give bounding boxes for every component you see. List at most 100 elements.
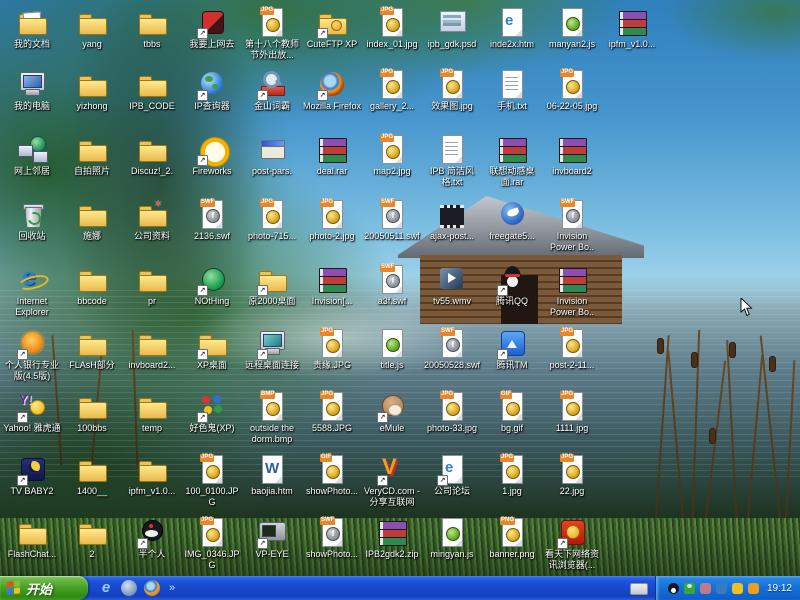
desktop-icon[interactable]: deal.rar <box>302 133 362 188</box>
desktop-icon[interactable]: JPG22.jpg <box>542 453 602 508</box>
desktop-icon[interactable]: JPG效果图.jpg <box>422 68 482 112</box>
desktop-icon[interactable]: FLAsH部分 <box>62 327 122 382</box>
desktop-icon[interactable]: ↗看天下网络资讯浏览器(... <box>542 516 602 571</box>
desktop-icon[interactable]: SWFfshowPhoto... <box>302 516 362 571</box>
desktop-icon[interactable]: ipb_gdk.psd <box>422 6 482 61</box>
desktop-icon[interactable]: JPG第十八个教师节外出放... <box>242 6 302 61</box>
desktop-icon[interactable]: freegate5... <box>482 198 542 253</box>
desktop-icon[interactable]: JPG100_0100.JPG <box>182 453 242 508</box>
desktop-icon[interactable]: Invision Power Bo.. <box>542 263 602 318</box>
desktop-icon[interactable]: Discuz!_2. <box>122 133 182 188</box>
desktop-icon[interactable]: IPB_CODE <box>122 68 182 112</box>
keyboard-indicator-icon[interactable] <box>630 583 648 595</box>
desktop-icon[interactable]: GIFbg.gif <box>482 390 542 445</box>
qq-penguin-tray-icon[interactable] <box>668 583 679 594</box>
desktop-icon[interactable]: invboard2 <box>542 133 602 188</box>
desktop-icon[interactable]: ↗eMule <box>362 390 422 445</box>
desktop-icon[interactable]: ↗远程桌面连接 <box>242 327 302 382</box>
desktop-icon[interactable]: IPB2gdk2.zip <box>362 516 422 571</box>
desktop-icon[interactable]: ↗金山词霸 <box>242 68 302 112</box>
desktop-icon[interactable]: ↗VP-EYE <box>242 516 302 571</box>
desktop-icon[interactable]: FlashChat... <box>2 516 62 571</box>
desktop-icon[interactable]: tv55.wmv <box>422 263 482 318</box>
desktop-icon[interactable]: GIFshowPhoto... <box>302 453 362 508</box>
desktop-icon[interactable]: ↗IP查询器 <box>182 68 242 112</box>
yellow-face-tray-icon[interactable] <box>732 583 743 594</box>
desktop-icon[interactable]: 网上邻居 <box>2 133 62 188</box>
desktop-icon[interactable]: eInternet Explorer <box>2 263 62 318</box>
desktop-icon[interactable]: Y!↗Yahoo! 雅虎通 <box>2 390 62 445</box>
desktop-icon[interactable]: 1400__ <box>62 453 122 508</box>
desktop-icon[interactable]: JPGphoto-33.jpg <box>422 390 482 445</box>
desktop-icon[interactable]: JPG1.jpg <box>482 453 542 508</box>
desktop-icon[interactable]: ↗NOtHing <box>182 263 242 318</box>
desktop-icon[interactable]: SWFf20050511.swf <box>362 198 422 253</box>
desktop-icon[interactable]: ↗CuteFTP XP <box>302 6 362 61</box>
desktop-icon[interactable]: mingyan.js <box>422 516 482 571</box>
desktop-icon[interactable]: invboard2... <box>122 327 182 382</box>
desktop-icon[interactable]: JPGIMG_0346.JPG <box>182 516 242 571</box>
desktop-icon[interactable]: ↗个人银行专业版(4.5版) <box>2 327 62 382</box>
desktop-icon[interactable]: temp <box>122 390 182 445</box>
desktop-icon[interactable]: ↗Fireworks <box>182 133 242 188</box>
desktop-icon[interactable]: Wbaojia.htm <box>242 453 302 508</box>
desktop-icon[interactable]: 手机.txt <box>482 68 542 112</box>
desktop-icon[interactable]: 自拍照片 <box>62 133 122 188</box>
messenger-quicklaunch-icon[interactable] <box>121 580 137 596</box>
desktop-icon[interactable]: ✶公司资料 <box>122 198 182 253</box>
desktop-icon[interactable]: ↗XP桌面 <box>182 327 242 382</box>
desktop-icon[interactable]: 我的文档 <box>2 6 62 61</box>
desktop-icon[interactable]: manyan2.js <box>542 6 602 61</box>
desktop-icon[interactable]: 回收站 <box>2 198 62 253</box>
desktop-icon[interactable]: 联想动感桌面.rar <box>482 133 542 188</box>
desktop-icon[interactable]: ↗腾讯TM <box>482 327 542 382</box>
desktop-icon[interactable]: JPGphoto-715... <box>242 198 302 253</box>
desktop-icon[interactable]: bbcode <box>62 263 122 318</box>
quick-launch-overflow-chevron[interactable]: » <box>169 582 175 594</box>
desktop-icon[interactable]: JPG贵缘.JPG <box>302 327 362 382</box>
desktop-icon[interactable]: Invision[... <box>302 263 362 318</box>
desktop-icon[interactable]: SWFfInvision Power Bo.. <box>542 198 602 253</box>
desktop-icon[interactable]: tbbs <box>122 6 182 61</box>
desktop-icon[interactable]: ipfm_v1.0... <box>602 6 662 61</box>
desktop-icon[interactable]: BMPoutside the dorm.bmp <box>242 390 302 445</box>
blue-app-tray-icon[interactable] <box>716 583 727 594</box>
desktop-icon[interactable]: JPG06-22-05.jpg <box>542 68 602 112</box>
desktop-icon[interactable]: ↗半个人 <box>122 516 182 571</box>
desktop-icon[interactable]: 施娜 <box>62 198 122 253</box>
desktop-icon[interactable]: ipfm_v1.0... <box>122 453 182 508</box>
desktop-icon[interactable]: e↗公司论坛 <box>422 453 482 508</box>
pink-app-tray-icon[interactable] <box>700 583 711 594</box>
desktop-icon[interactable]: ↗TV BABY2 <box>2 453 62 508</box>
desktop-icon[interactable]: title.js <box>362 327 422 382</box>
desktop-icon[interactable]: JPGmap2.jpg <box>362 133 422 188</box>
gold-diamond-tray-icon[interactable] <box>748 583 759 594</box>
desktop-icon[interactable]: IPB 简洁风格.txt <box>422 133 482 188</box>
desktop-icon[interactable]: ↗原2000桌面 <box>242 263 302 318</box>
desktop-icon[interactable]: 2 <box>62 516 122 571</box>
desktop-icon[interactable]: 100bbs <box>62 390 122 445</box>
desktop-icon[interactable]: SWFf2136.swf <box>182 198 242 253</box>
desktop-icon[interactable]: JPGphoto-2.jpg <box>302 198 362 253</box>
green-contact-tray-icon[interactable] <box>684 583 695 594</box>
taskbar-clock[interactable]: 19:12 <box>767 583 792 594</box>
desktop-icon[interactable]: einde2x.htm <box>482 6 542 61</box>
desktop-icon[interactable]: ajax-post... <box>422 198 482 253</box>
desktop-icon[interactable]: ↗我要上网去 <box>182 6 242 61</box>
desktop-icon[interactable]: SWFfa3f.swf <box>362 263 422 318</box>
desktop-icon[interactable]: SWFf20050528.swf <box>422 327 482 382</box>
desktop-icon[interactable]: yang <box>62 6 122 61</box>
desktop-icon[interactable]: PNGbanner.png <box>482 516 542 571</box>
desktop-icon[interactable]: post-pars. <box>242 133 302 188</box>
desktop-icon[interactable]: JPG5588.JPG <box>302 390 362 445</box>
firefox-quicklaunch-icon[interactable] <box>144 580 160 596</box>
desktop-icon[interactable]: ↗好色鬼(XP) <box>182 390 242 445</box>
internet-explorer-quicklaunch-icon[interactable]: e <box>98 580 114 596</box>
desktop-icon[interactable]: V↗VeryCD.com - 分享互联网 <box>362 453 422 508</box>
desktop-icon[interactable]: ↗腾讯QQ <box>482 263 542 318</box>
desktop-icon[interactable]: pr <box>122 263 182 318</box>
desktop-icon[interactable]: ↗Mozilla Firefox <box>302 68 362 112</box>
desktop-icon[interactable]: JPG1111.jpg <box>542 390 602 445</box>
start-button[interactable]: 开始 <box>0 576 88 600</box>
desktop-icon[interactable]: JPGindex_01.jpg <box>362 6 422 61</box>
